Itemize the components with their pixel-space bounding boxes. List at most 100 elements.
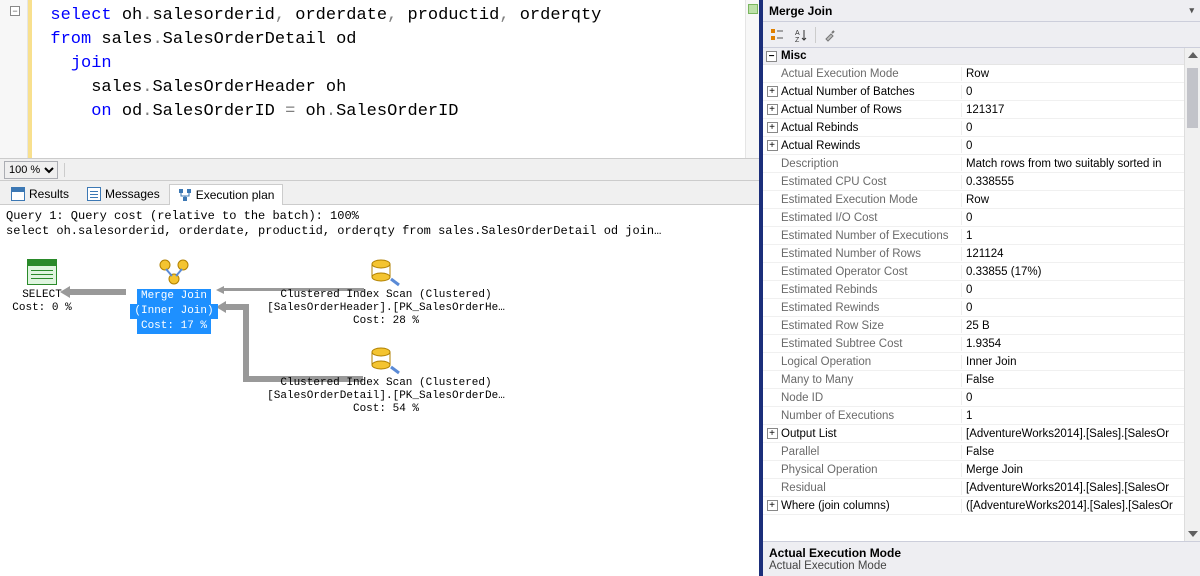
property-value: 121317 [961, 103, 1200, 117]
property-row[interactable]: Estimated Rebinds0 [763, 281, 1200, 299]
grid-icon [11, 187, 25, 201]
property-row[interactable]: Many to ManyFalse [763, 371, 1200, 389]
plan-node-scan-detail[interactable]: Clustered Index Scan (Clustered) [SalesO… [266, 345, 506, 416]
property-row[interactable]: Estimated I/O Cost0 [763, 209, 1200, 227]
property-row[interactable]: +Actual Rebinds0 [763, 119, 1200, 137]
property-row[interactable]: Residual[AdventureWorks2014].[Sales].[Sa… [763, 479, 1200, 497]
properties-title-bar[interactable]: Merge Join ▾ [763, 0, 1200, 22]
property-value: False [961, 373, 1200, 387]
property-category-misc[interactable]: − Misc [763, 48, 1200, 65]
expander-cell[interactable]: + [763, 122, 781, 133]
property-row[interactable]: Estimated Number of Executions1 [763, 227, 1200, 245]
property-row[interactable]: Estimated Execution ModeRow [763, 191, 1200, 209]
dropdown-icon[interactable]: ▾ [1189, 5, 1194, 16]
plan-canvas[interactable]: SELECT Cost: 0 % Merge Join (Inner Join)… [6, 247, 753, 547]
expander-cell[interactable]: + [763, 500, 781, 511]
expand-icon[interactable]: + [767, 428, 778, 439]
plan-arrow [70, 289, 126, 295]
property-row[interactable]: Logical OperationInner Join [763, 353, 1200, 371]
alphabetical-button[interactable]: AZ [791, 25, 811, 45]
execution-plan-area[interactable]: Query 1: Query cost (relative to the bat… [0, 205, 759, 576]
property-name: Estimated Row Size [781, 319, 961, 333]
collapse-icon[interactable]: − [766, 51, 777, 62]
property-name: Actual Execution Mode [781, 67, 961, 81]
properties-settings-button[interactable] [820, 25, 840, 45]
categorized-button[interactable] [767, 25, 787, 45]
property-name: Logical Operation [781, 355, 961, 369]
node-cost: Cost: 17 % [137, 319, 211, 334]
property-row[interactable]: +Where (join columns)([AdventureWorks201… [763, 497, 1200, 515]
property-row[interactable]: +Actual Rewinds0 [763, 137, 1200, 155]
property-row[interactable]: +Output List[AdventureWorks2014].[Sales]… [763, 425, 1200, 443]
scroll-down-icon[interactable] [1188, 531, 1198, 537]
plan-arrow [243, 304, 249, 382]
overview-ruler [745, 0, 759, 158]
collapse-toggle[interactable]: − [10, 6, 20, 16]
expand-icon[interactable]: + [767, 104, 778, 115]
property-value: Match rows from two suitably sorted in [961, 157, 1200, 171]
property-value: 0 [961, 211, 1200, 225]
clustered-scan-icon [369, 257, 403, 287]
property-row[interactable]: Estimated CPU Cost0.338555 [763, 173, 1200, 191]
expand-icon[interactable]: + [767, 140, 778, 151]
property-value: 0 [961, 283, 1200, 297]
property-row[interactable]: ParallelFalse [763, 443, 1200, 461]
property-value: False [961, 445, 1200, 459]
property-row[interactable]: +Actual Number of Rows121317 [763, 101, 1200, 119]
scroll-thumb[interactable] [1187, 68, 1198, 128]
property-value: 1 [961, 409, 1200, 423]
expander-cell[interactable]: + [763, 428, 781, 439]
editor-and-plan-pane: − select oh.salesorderid, orderdate, pro… [0, 0, 763, 576]
expand-icon[interactable]: + [767, 86, 778, 97]
properties-toolbar: AZ [763, 22, 1200, 48]
expander-cell[interactable]: + [763, 140, 781, 151]
property-name: Estimated Number of Rows [781, 247, 961, 261]
tab-messages[interactable]: Messages [78, 183, 169, 204]
expand-icon[interactable]: + [767, 122, 778, 133]
property-row[interactable]: +Actual Number of Batches0 [763, 83, 1200, 101]
expander-cell[interactable]: + [763, 86, 781, 97]
property-name: Actual Number of Batches [781, 85, 961, 99]
sql-editor[interactable]: − select oh.salesorderid, orderdate, pro… [0, 0, 759, 159]
property-row[interactable]: Physical OperationMerge Join [763, 461, 1200, 479]
properties-grid[interactable]: − Misc Actual Execution ModeRow+Actual N… [763, 48, 1200, 541]
tab-label: Results [29, 187, 69, 201]
zoom-select[interactable]: 100 % [4, 161, 58, 179]
result-tabs: Results Messages Execution plan [0, 181, 759, 205]
property-name: Estimated Execution Mode [781, 193, 961, 207]
scrollbar[interactable] [1184, 48, 1200, 541]
expander-cell[interactable]: + [763, 104, 781, 115]
tab-results[interactable]: Results [2, 183, 78, 204]
plan-node-select[interactable]: SELECT Cost: 0 % [12, 257, 72, 315]
plan-node-scan-header[interactable]: Clustered Index Scan (Clustered) [SalesO… [266, 257, 506, 328]
property-row[interactable]: Estimated Operator Cost0.33855 (17%) [763, 263, 1200, 281]
plan-query-text: select oh.salesorderid, orderdate, produ… [6, 224, 753, 239]
property-row[interactable]: Actual Execution ModeRow [763, 65, 1200, 83]
property-name: Estimated Subtree Cost [781, 337, 961, 351]
tab-label: Messages [105, 187, 160, 201]
scroll-up-icon[interactable] [1188, 52, 1198, 58]
plan-node-merge-join[interactable]: Merge Join (Inner Join) Cost: 17 % [124, 257, 224, 334]
expand-icon[interactable]: + [767, 500, 778, 511]
property-name: Actual Rebinds [781, 121, 961, 135]
separator [64, 163, 65, 177]
property-row[interactable]: Estimated Rewinds0 [763, 299, 1200, 317]
property-value: 1 [961, 229, 1200, 243]
property-value: Inner Join [961, 355, 1200, 369]
property-row[interactable]: Estimated Number of Rows121124 [763, 245, 1200, 263]
property-name: Residual [781, 481, 961, 495]
tab-execution-plan[interactable]: Execution plan [169, 184, 284, 205]
property-row[interactable]: DescriptionMatch rows from two suitably … [763, 155, 1200, 173]
property-value: Row [961, 193, 1200, 207]
property-value: 0.338555 [961, 175, 1200, 189]
property-row[interactable]: Node ID0 [763, 389, 1200, 407]
property-row[interactable]: Estimated Subtree Cost1.9354 [763, 335, 1200, 353]
property-value: 25 B [961, 319, 1200, 333]
property-row[interactable]: Number of Executions1 [763, 407, 1200, 425]
node-title: Merge Join [137, 289, 211, 304]
sql-code[interactable]: select oh.salesorderid, orderdate, produ… [28, 0, 745, 158]
property-value: 1.9354 [961, 337, 1200, 351]
property-row[interactable]: Estimated Row Size25 B [763, 317, 1200, 335]
clustered-scan-icon [369, 345, 403, 375]
node-cost: Cost: 28 % [266, 315, 506, 328]
